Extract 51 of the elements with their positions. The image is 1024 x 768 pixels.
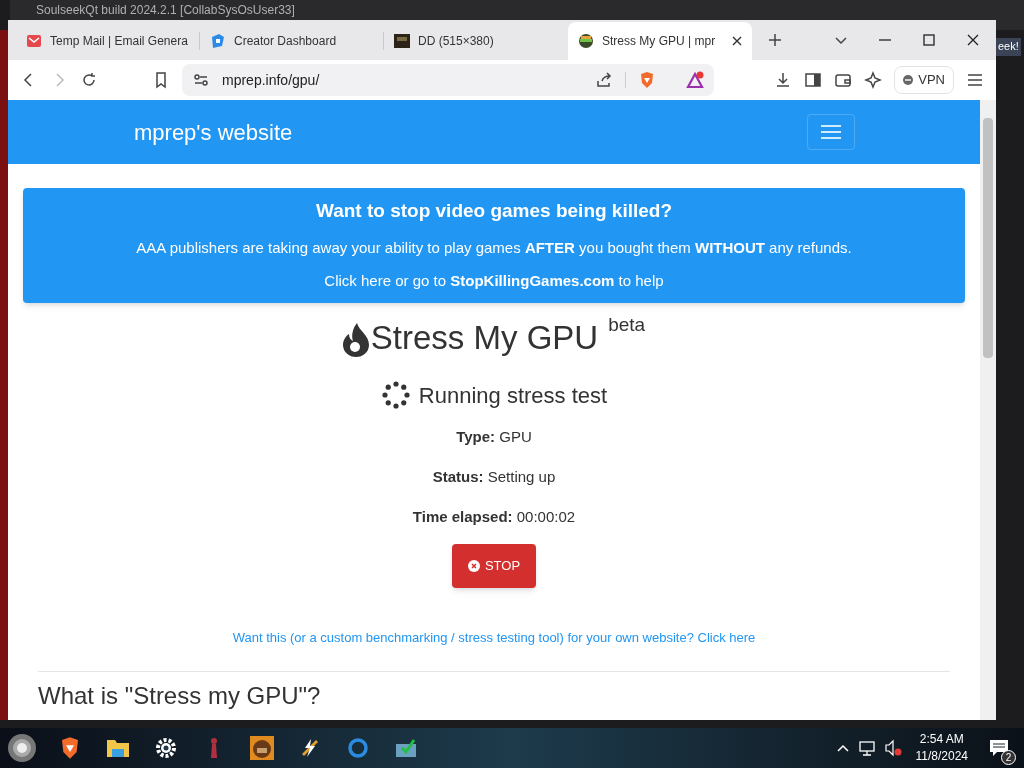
sparkle-icon[interactable] xyxy=(864,71,883,89)
maximize-icon[interactable] xyxy=(920,31,938,49)
share-icon[interactable] xyxy=(595,71,613,89)
status-line: Type: GPU xyxy=(456,426,532,447)
scrollbar[interactable] xyxy=(980,100,996,720)
notification-button[interactable]: 2 xyxy=(982,731,1016,765)
menu-toggle-button[interactable] xyxy=(807,114,855,150)
speaker-muted-icon[interactable] xyxy=(883,739,902,757)
reload-icon[interactable] xyxy=(80,71,98,89)
new-tab-icon[interactable] xyxy=(766,31,784,49)
status-heading: Running stress test xyxy=(418,381,608,410)
status-dot-icon xyxy=(903,75,914,85)
mail-icon xyxy=(26,33,42,49)
browser-tab[interactable]: Temp Mail | Email Genera xyxy=(16,22,200,60)
flame-icon xyxy=(342,322,369,357)
background-button[interactable]: eek! xyxy=(996,38,1021,56)
browser-tab[interactable]: DD (515×380) xyxy=(384,22,568,60)
clock[interactable]: 2:54 AM 11/8/2024 xyxy=(909,731,974,765)
menu-icon xyxy=(821,124,841,140)
vpn-button[interactable]: VPN xyxy=(894,66,954,94)
start-icon[interactable] xyxy=(7,733,37,763)
status-line: Time elapsed: 00:00:02 xyxy=(412,506,576,527)
url-text: mprep.info/gpu/ xyxy=(222,70,321,90)
address-bar[interactable]: mprep.info/gpu/ xyxy=(182,64,714,96)
spinner-icon xyxy=(380,380,411,410)
clock-date: 11/8/2024 xyxy=(915,748,968,765)
network-icon[interactable] xyxy=(857,739,876,757)
beta-tag: beta xyxy=(608,310,646,339)
banner-text: AAA publishers are taking away your ability to play games AFTER you bought them WITHOUT any refunds. xyxy=(136,237,852,258)
browser-tab[interactable]: Stress My GPU | mpr xyxy=(568,22,752,60)
menu-icon[interactable] xyxy=(966,71,984,89)
section-heading: What is "Stress my GPU"? xyxy=(38,682,322,710)
gear-icon[interactable] xyxy=(154,736,178,760)
triangle-icon[interactable] xyxy=(686,71,704,89)
notification-count: 2 xyxy=(1001,750,1016,765)
thumbnail-icon xyxy=(394,33,410,49)
clock-time: 2:54 AM xyxy=(919,731,964,748)
ring-icon[interactable] xyxy=(346,736,370,760)
favicon-icon xyxy=(578,33,594,49)
page-title: Stress My GPU xyxy=(370,317,599,358)
cube-icon xyxy=(210,33,226,49)
status-line: Status: Setting up xyxy=(432,466,556,487)
background-window-title: SoulseekQt build 2024.2.1 [CollabSysOsUser33] xyxy=(36,3,295,17)
site-settings-icon[interactable] xyxy=(192,71,210,89)
browser-tab[interactable]: Creator Dashboard xyxy=(200,22,384,60)
stop-button[interactable]: STOP xyxy=(451,543,537,588)
close-tab-icon[interactable] xyxy=(732,36,742,46)
wallet-icon[interactable] xyxy=(834,71,853,89)
banner-heading: Want to stop video games being killed? xyxy=(315,199,673,223)
sidebar-icon[interactable] xyxy=(804,71,823,89)
close-circle-icon xyxy=(467,559,480,572)
